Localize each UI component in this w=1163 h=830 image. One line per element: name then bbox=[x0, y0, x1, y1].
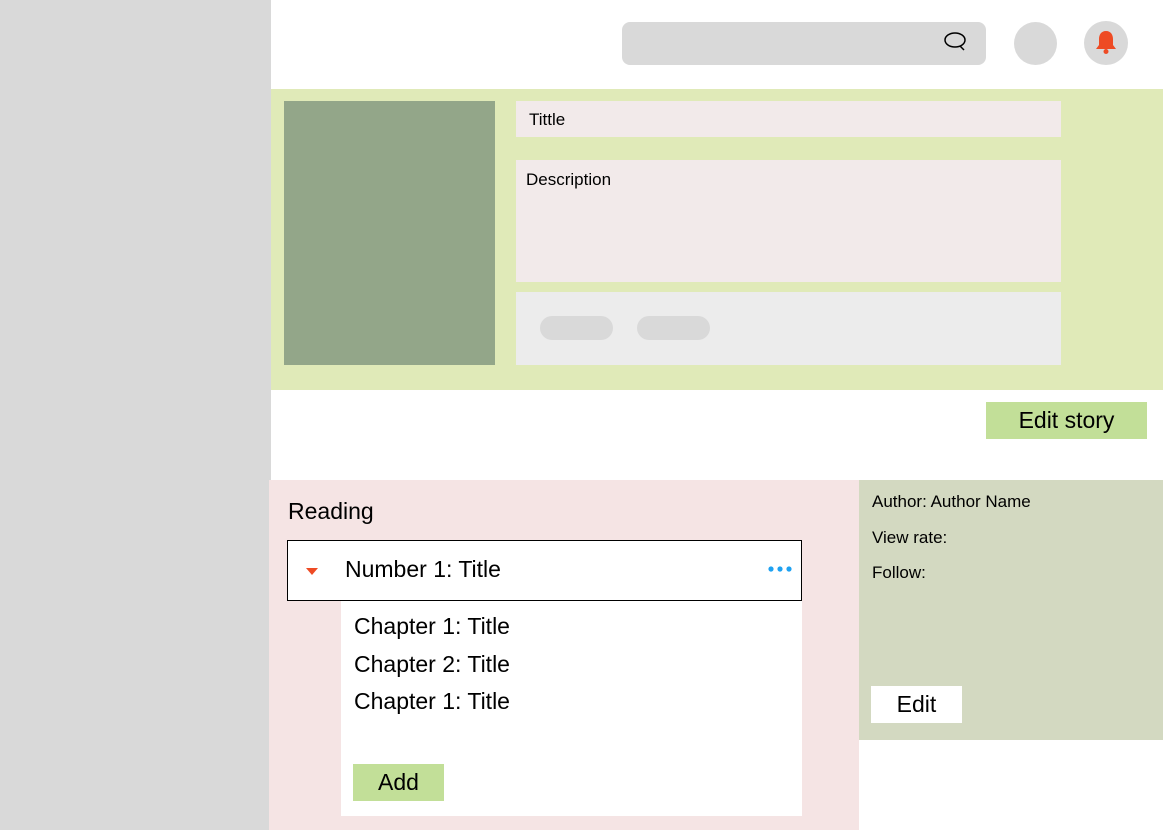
sidebar bbox=[0, 0, 271, 830]
edit-story-button[interactable]: Edit story bbox=[986, 402, 1147, 439]
more-horizontal-icon[interactable] bbox=[767, 564, 793, 574]
cover-image bbox=[284, 101, 495, 365]
chapter-item[interactable]: Chapter 1: Title bbox=[354, 688, 510, 715]
bell-icon[interactable] bbox=[1094, 29, 1118, 55]
author-label: Author: Author Name bbox=[872, 492, 1031, 511]
description-field[interactable]: Description bbox=[516, 160, 1061, 282]
chapter-item[interactable]: Chapter 1: Title bbox=[354, 613, 510, 640]
tag-chip[interactable] bbox=[540, 316, 613, 340]
edit-info-button[interactable]: Edit bbox=[871, 686, 962, 723]
view-rate-label: View rate: bbox=[872, 528, 948, 547]
avatar[interactable] bbox=[1014, 22, 1057, 65]
caret-down-icon[interactable] bbox=[304, 566, 320, 576]
volume-title: Number 1: Title bbox=[345, 556, 501, 582]
search-icon[interactable] bbox=[942, 30, 968, 54]
reading-heading: Reading bbox=[288, 498, 374, 524]
title-field[interactable]: Tittle bbox=[516, 101, 1061, 137]
add-chapter-button[interactable]: Add bbox=[353, 764, 444, 801]
follow-label: Follow: bbox=[872, 563, 926, 582]
tag-chip[interactable] bbox=[637, 316, 710, 340]
chapter-item[interactable]: Chapter 2: Title bbox=[354, 651, 510, 678]
search-input[interactable] bbox=[622, 22, 986, 65]
